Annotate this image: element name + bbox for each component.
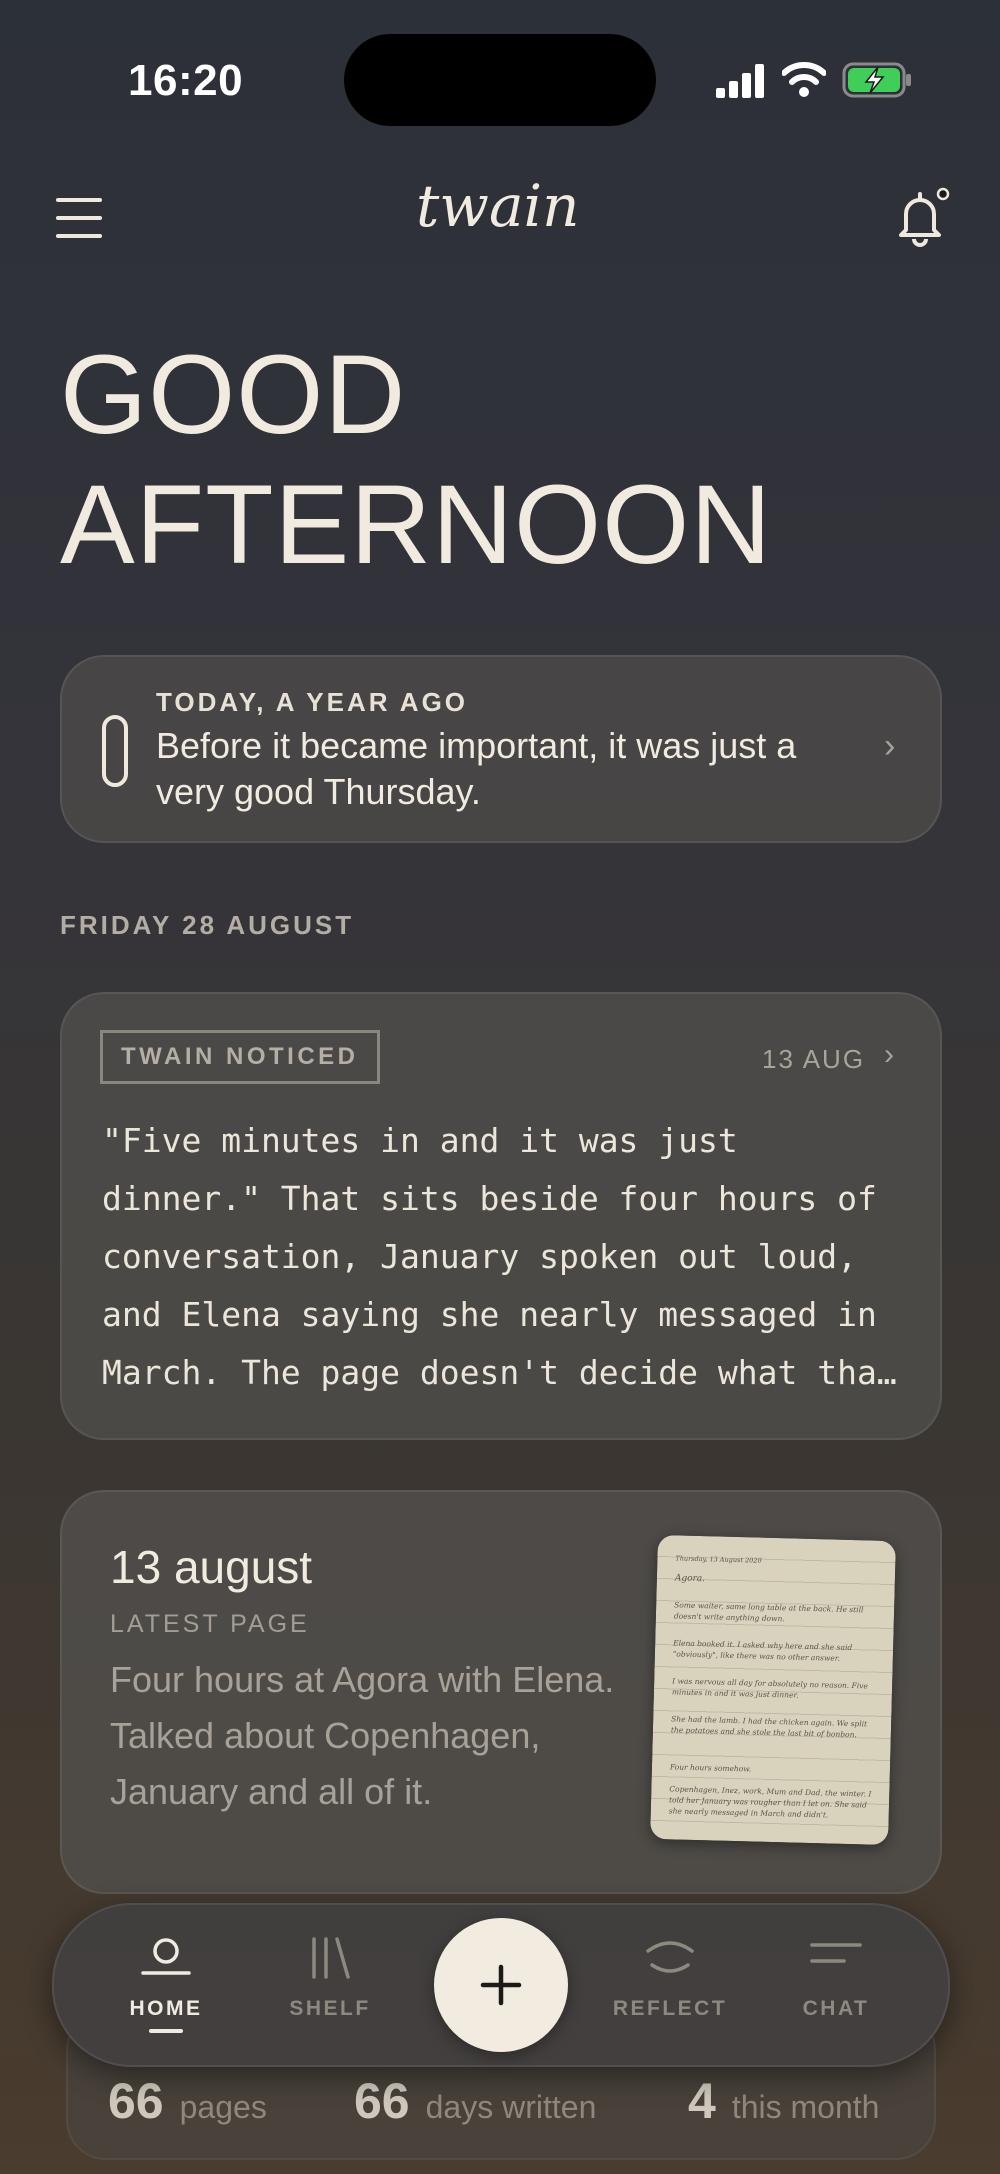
- greeting-heading: GOOD AFTERNOON: [60, 330, 960, 590]
- bottom-nav: HOME SHELF REFLECT CHAT: [52, 1903, 950, 2067]
- active-tab-indicator: [149, 2029, 183, 2033]
- stat-pages: 66 pages: [108, 2073, 267, 2129]
- cellular-signal-icon: [716, 64, 764, 98]
- nav-home-label: HOME: [129, 1997, 203, 2020]
- home-icon: [141, 1938, 191, 1975]
- nav-reflect-label: REFLECT: [612, 1997, 728, 2020]
- battery-charging-icon: [842, 62, 911, 98]
- journal-page-thumbnail[interactable]: Thursday, 13 August 2020 Agora. Some wai…: [650, 1534, 896, 1846]
- thumb-line: Agora.: [674, 1573, 706, 1585]
- chevron-right-icon: ›: [884, 727, 896, 765]
- thumb-line: Elena booked it. I asked why here and sh…: [672, 1638, 853, 1663]
- year-ago-text: Before it became important, it was just …: [156, 725, 797, 812]
- greeting-line-1: GOOD: [60, 332, 407, 457]
- noticed-text: "Five minutes in and it was just dinner.…: [102, 1121, 897, 1392]
- stat-this-month: 4 this month: [688, 2073, 880, 2129]
- chevron-right-icon: ›: [884, 1038, 894, 1071]
- twain-noticed-card[interactable]: TWAIN NOTICED 13 AUG › "Five minutes in …: [60, 992, 942, 1440]
- thumb-line: She had the lamb. I had the chicken agai…: [670, 1714, 868, 1740]
- section-date: FRIDAY 28 AUGUST: [60, 910, 355, 940]
- nav-chat-label: CHAT: [802, 1997, 870, 2020]
- twain-noticed-badge: TWAIN NOTICED: [100, 1030, 380, 1084]
- year-ago-card[interactable]: TODAY, A YEAR AGO Before it became impor…: [60, 655, 942, 843]
- svg-text:twain: twain: [416, 172, 579, 240]
- nav-chat[interactable]: CHAT: [766, 1933, 906, 2043]
- new-page-button[interactable]: [434, 1918, 568, 2052]
- noticed-date: 13 AUG: [762, 1044, 866, 1074]
- thumb-line: Copenhagen, Inez, work, Mum and Dad, the…: [668, 1784, 872, 1820]
- latest-page-card[interactable]: 13 august LATEST PAGE Four hours at Agor…: [60, 1490, 942, 1894]
- plus-icon: [480, 1964, 522, 2006]
- nav-reflect[interactable]: REFLECT: [600, 1933, 740, 2043]
- thumb-line: Some waiter, same long table at the back…: [673, 1600, 864, 1624]
- nav-shelf-label: SHELF: [289, 1997, 371, 2020]
- nav-home[interactable]: HOME: [96, 1933, 236, 2043]
- thumb-line: I was nervous all day for absolutely no …: [671, 1676, 869, 1700]
- menu-button[interactable]: [56, 198, 102, 238]
- notification-dot: [936, 187, 950, 201]
- latest-page-label: LATEST PAGE: [110, 1610, 310, 1638]
- hamburger-icon: [56, 198, 102, 202]
- chat-icon: [810, 1943, 862, 1963]
- stat-days-written: 66 days written: [354, 2073, 597, 2129]
- thumb-line: Four hours somehow.: [669, 1762, 752, 1774]
- wifi-icon: [782, 62, 826, 97]
- status-time: 16:20: [128, 56, 244, 105]
- latest-page-excerpt: Four hours at Agora with Elena. Talked a…: [110, 1659, 615, 1812]
- shelf-icon: [312, 1937, 350, 1979]
- year-ago-eyebrow: TODAY, A YEAR AGO: [156, 687, 469, 717]
- bell-icon[interactable]: [892, 186, 950, 248]
- dynamic-island: [344, 34, 656, 126]
- reflect-icon: [646, 1941, 694, 1973]
- memory-pill-icon: [102, 715, 128, 787]
- thumb-line: Thursday, 13 August 2020: [675, 1554, 762, 1565]
- twain-logo: twain: [416, 172, 579, 240]
- nav-shelf[interactable]: SHELF: [260, 1933, 400, 2043]
- latest-page-title: 13 august: [110, 1541, 313, 1593]
- greeting-line-2: AFTERNOON: [60, 462, 773, 587]
